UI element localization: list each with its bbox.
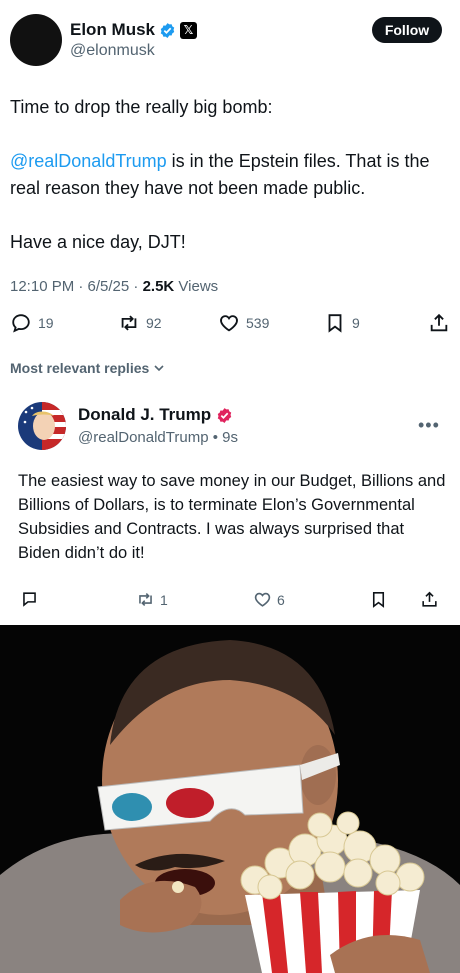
share-icon (422, 591, 437, 607)
reply-icon (23, 592, 36, 607)
tweet-line-1: Time to drop the really big bomb: (10, 97, 273, 117)
reply-tweet: Donald J. Trump @realDonaldTrump • 9s ••… (0, 385, 460, 625)
views-label: Views (174, 278, 219, 295)
reply-author-name[interactable]: Donald J. Trump (78, 405, 211, 425)
tweet-line-3: Have a nice day, DJT! (10, 232, 186, 252)
popcorn-meme-image (0, 625, 460, 973)
bookmark-button[interactable]: 9 (324, 312, 360, 334)
share-button[interactable] (428, 312, 450, 334)
mention-link[interactable]: @realDonaldTrump (10, 151, 167, 171)
reply-icon (12, 314, 30, 333)
share-button[interactable] (420, 590, 439, 609)
author-name[interactable]: Elon Musk (70, 20, 155, 40)
chevron-down-icon (154, 365, 164, 372)
tweet-line-2: @realDonaldTrump is in the Epstein files… (10, 148, 450, 202)
reply-count: 19 (38, 315, 54, 331)
sort-label: Most relevant replies (10, 360, 150, 376)
timestamp[interactable]: 12:10 PM · 6/5/25 · (10, 278, 143, 295)
bookmark-count: 9 (352, 315, 360, 331)
repost-button[interactable]: 1 (136, 590, 168, 609)
avatar[interactable] (18, 402, 66, 450)
reply-author-handle[interactable]: @realDonaldTrump • 9s (78, 429, 238, 446)
follow-button[interactable]: Follow (372, 17, 442, 43)
verified-badge-icon (217, 407, 232, 423)
reply-button[interactable]: 19 (10, 312, 54, 334)
reply-author-name-row: Donald J. Trump (78, 405, 233, 425)
reply-text: The easiest way to save money in our Bud… (18, 472, 446, 562)
tweet: Elon Musk 𝕏 @elonmusk Follow Time to dro… (0, 0, 460, 385)
like-button[interactable]: 539 (218, 312, 269, 334)
verified-badge-icon (160, 22, 175, 38)
repost-icon (139, 593, 152, 606)
x-affiliate-icon: 𝕏 (180, 21, 198, 39)
repost-count: 1 (160, 591, 168, 608)
bookmark-button[interactable] (369, 590, 388, 609)
bookmark-icon (328, 314, 342, 333)
author-name-row: Elon Musk 𝕏 (70, 20, 198, 40)
reply-button[interactable] (20, 590, 39, 609)
like-button[interactable]: 6 (253, 590, 285, 609)
more-options-icon[interactable]: ••• (418, 415, 440, 436)
heart-icon (254, 592, 271, 607)
heart-icon (220, 315, 238, 332)
repost-icon (121, 315, 137, 331)
repost-button[interactable]: 92 (118, 312, 162, 334)
tweet-text: Time to drop the really big bomb: @realD… (10, 94, 450, 283)
like-count: 539 (246, 315, 270, 331)
reply-actions: 1 6 (0, 590, 460, 614)
bookmark-icon (372, 591, 385, 608)
like-count: 6 (277, 591, 285, 608)
share-icon (430, 313, 448, 332)
tweet-actions: 19 92 539 9 (0, 312, 460, 340)
avatar[interactable] (10, 14, 62, 66)
tweet-meta: 12:10 PM · 6/5/25 · 2.5K Views (10, 278, 218, 295)
sort-replies-dropdown[interactable]: Most relevant replies (10, 360, 165, 376)
views-count: 2.5K (142, 278, 175, 295)
man-eating-popcorn-illustration (0, 625, 460, 973)
author-handle[interactable]: @elonmusk (70, 42, 155, 60)
repost-count: 92 (146, 315, 162, 331)
